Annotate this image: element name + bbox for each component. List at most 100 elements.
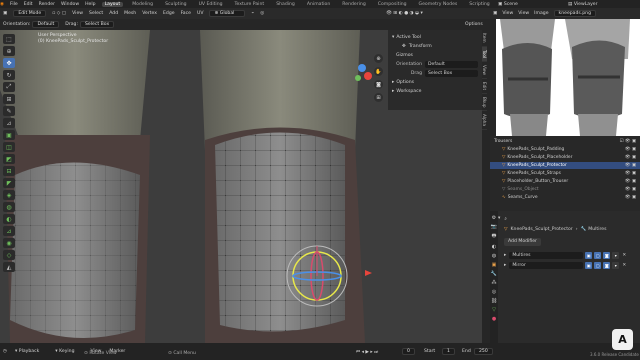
outliner-row[interactable]: ∿ Seams_Curve 👁 ▣ — [490, 194, 640, 201]
render-toggle-icon[interactable]: ◙ — [603, 251, 611, 259]
world-tab-icon[interactable]: ◍ — [492, 253, 496, 259]
material-tab-icon[interactable]: ● — [492, 316, 496, 322]
bevel-tool-icon[interactable]: ◩ — [3, 154, 15, 164]
viewport-toggle-icon[interactable]: ▢ — [594, 251, 602, 259]
output-tab-icon[interactable]: 🖶 — [492, 233, 497, 241]
tool-tab-icon[interactable]: ⚙ — [492, 215, 496, 221]
image-menu-image[interactable]: Image — [534, 11, 548, 16]
image-editor-type-icon[interactable]: ▣ — [493, 11, 497, 16]
pan-hand-icon[interactable]: ✋ — [374, 67, 383, 76]
remove-modifier-icon[interactable]: ✕ — [622, 263, 626, 268]
tab-texture-paint[interactable]: Texture Paint — [232, 2, 268, 7]
search-icon[interactable]: ⌕ — [504, 216, 507, 222]
options-panel-header[interactable]: ▸ Options — [392, 78, 478, 87]
inset-tool-icon[interactable]: ◫ — [3, 142, 15, 152]
dropdown-icon[interactable]: ▾ — [612, 251, 620, 259]
outliner-row[interactable]: ▽ Placeholder_Button_Trouser 👁 ▣ — [490, 178, 640, 185]
menu-window[interactable]: Window — [61, 2, 79, 7]
options-dropdown[interactable]: Options — [465, 22, 483, 27]
drag-dropdown[interactable]: Select Box — [80, 21, 115, 28]
object-tab-icon[interactable]: ▣ — [492, 262, 497, 268]
timeline-icon[interactable]: ◷ — [3, 349, 7, 354]
scale-tool-icon[interactable]: ⤢ — [3, 82, 15, 92]
viewlayer-selector[interactable]: ▤ ViewLayer — [568, 2, 604, 7]
tab-geometry-nodes[interactable]: Geometry Nodes — [416, 2, 461, 7]
shear-tool-icon[interactable]: ◇ — [3, 250, 15, 260]
viewport-menu-edge[interactable]: Edge — [163, 11, 175, 16]
knife-tool-icon[interactable]: ◤ — [3, 178, 15, 188]
editmode-toggle-icon[interactable]: ▣ — [585, 251, 593, 259]
transform-tool-row[interactable]: ✥ Transform — [392, 42, 478, 51]
visibility-icons[interactable]: 👁 ▣ — [625, 147, 636, 152]
poly-build-tool-icon[interactable]: ◈ — [3, 190, 15, 200]
visibility-icons[interactable]: 👁 ▣ — [625, 179, 636, 184]
particles-tab-icon[interactable]: ⁂ — [492, 280, 497, 286]
tab-rendering[interactable]: Rendering — [339, 2, 368, 7]
tab-view[interactable]: View — [482, 62, 487, 79]
viewport-menu-view[interactable]: View — [72, 11, 83, 16]
menu-file[interactable]: File — [10, 2, 18, 7]
proportional-edit-icon[interactable]: ◎ — [260, 11, 264, 16]
expand-icon[interactable]: ▸ — [504, 263, 506, 268]
loop-cut-tool-icon[interactable]: ⊟ — [3, 166, 15, 176]
image-menu-view[interactable]: View — [502, 11, 513, 16]
playback-menu[interactable]: ▾ Playback — [15, 349, 47, 354]
visibility-icons[interactable]: 👁 ▣ — [625, 155, 636, 160]
outliner-row-selected[interactable]: ▽ KneePads_Sculpt_Protector 👁 ▣ — [490, 162, 640, 169]
viewport-menu-add[interactable]: Add — [109, 11, 118, 16]
annotate-tool-icon[interactable]: ✎ — [3, 106, 15, 116]
image-selector[interactable]: kneepads.png — [553, 10, 597, 17]
camera-icon[interactable]: ◙ — [374, 80, 383, 89]
np-orientation-dropdown[interactable]: Default — [425, 61, 478, 68]
outliner-row[interactable]: ▽ KneePads_Sculpt_Placeholder 👁 ▣ — [490, 154, 640, 161]
keying-menu[interactable]: ▾ Keying — [55, 349, 82, 354]
transform-tool-icon[interactable]: ⊞ — [3, 94, 15, 104]
editor-type-icon[interactable]: ▣ — [3, 11, 7, 16]
viewport-menu-vertex[interactable]: Vertex — [142, 11, 157, 16]
viewport-menu-face[interactable]: Face — [181, 11, 191, 16]
active-tool-header[interactable]: ▾ Active Tool — [392, 33, 478, 42]
rip-tool-icon[interactable]: ◭ — [3, 262, 15, 272]
modifier-multires[interactable]: ▸ Multires ▣ ▢ ◙ ▾ ✕ — [504, 251, 628, 259]
edge-slide-tool-icon[interactable]: ⊿ — [3, 226, 15, 236]
render-toggle-icon[interactable]: ◙ — [603, 261, 611, 269]
start-frame-field[interactable]: 1 — [442, 348, 455, 355]
measure-tool-icon[interactable]: ⊿ — [3, 118, 15, 128]
image-menu-view-2[interactable]: View — [518, 11, 529, 16]
viewport-menu-uv[interactable]: UV — [197, 11, 204, 16]
overlay-icons[interactable]: 👁 ⊞ ◐ ● ◑ ◒ ▾ — [386, 11, 423, 16]
viewport-menu-mesh[interactable]: Mesh — [124, 11, 136, 16]
outliner-row[interactable]: ▽ KneePads_Sculpt_Straps 👁 ▣ — [490, 170, 640, 177]
visibility-icons[interactable]: ☑ 👁 ▣ — [620, 139, 636, 144]
tab-item[interactable]: Item — [482, 30, 487, 47]
visibility-icons[interactable]: 👁 ▣ — [625, 163, 636, 168]
tab-edit[interactable]: Edit — [482, 79, 487, 94]
tab-modeling[interactable]: Modeling — [129, 2, 156, 7]
transform-orientation-dropdown[interactable]: ⊕ Global — [209, 10, 246, 17]
cursor-tool-icon[interactable]: ⊕ — [3, 46, 15, 56]
tab-uv-editing[interactable]: UV Editing — [196, 2, 226, 7]
tab-animation[interactable]: Animation — [304, 2, 333, 7]
tab-tool[interactable]: Tool — [482, 46, 487, 62]
select-box-tool-icon[interactable]: ⬚ — [3, 34, 15, 44]
grid-icon[interactable]: ⊞ — [374, 93, 383, 102]
tab-compositing[interactable]: Compositing — [375, 2, 410, 7]
scene-tab-icon[interactable]: ◐ — [492, 244, 496, 250]
workspace-panel-header[interactable]: ▸ Workspace — [392, 87, 478, 96]
spin-tool-icon[interactable]: ◍ — [3, 202, 15, 212]
visibility-icons[interactable]: 👁 ▣ — [625, 187, 636, 192]
end-frame-field[interactable]: 250 — [474, 348, 493, 355]
dropdown-icon[interactable]: ▾ — [612, 261, 620, 269]
outliner-row[interactable]: Trousers ☑ 👁 ▣ — [490, 138, 640, 145]
expand-icon[interactable]: ▸ — [504, 253, 506, 258]
physics-tab-icon[interactable]: ◎ — [492, 289, 496, 295]
menu-help[interactable]: Help — [85, 2, 95, 7]
extrude-tool-icon[interactable]: ▣ — [3, 130, 15, 140]
playback-controls[interactable]: ⏮ ◂ ▶ ▸ ⏭ — [356, 349, 378, 355]
menu-render[interactable]: Render — [39, 2, 55, 7]
move-tool-icon[interactable]: ✥ — [3, 58, 15, 68]
zoom-icon[interactable]: ⊕ — [374, 54, 383, 63]
render-tab-icon[interactable]: 📷 — [491, 224, 497, 230]
remove-modifier-icon[interactable]: ✕ — [622, 253, 626, 258]
add-modifier-button[interactable]: Add Modifier — [490, 237, 640, 246]
